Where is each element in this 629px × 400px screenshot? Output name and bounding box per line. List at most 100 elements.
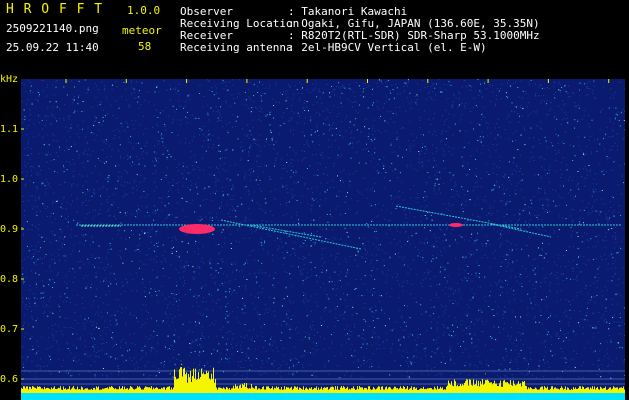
noise-dot bbox=[248, 237, 250, 239]
noise-dot bbox=[589, 299, 591, 301]
noise-dot bbox=[603, 174, 605, 176]
noise-dot bbox=[98, 257, 100, 259]
noise-dot bbox=[243, 264, 245, 266]
noise-dot bbox=[299, 246, 301, 248]
noise-dot bbox=[176, 285, 178, 287]
noise-dot bbox=[559, 377, 561, 379]
noise-dot bbox=[482, 330, 484, 332]
noise-dot bbox=[245, 285, 247, 286]
noise-dot bbox=[242, 297, 244, 299]
noise-dot bbox=[225, 291, 227, 293]
noise-dot bbox=[185, 142, 187, 144]
noise-dot bbox=[516, 321, 518, 323]
noise-dot bbox=[402, 156, 403, 158]
noise-dot bbox=[105, 143, 107, 145]
noise-dot bbox=[364, 126, 366, 128]
noise-dot bbox=[504, 173, 506, 175]
noise-dot bbox=[520, 107, 522, 108]
noise-dot bbox=[420, 304, 422, 306]
noise-dot bbox=[120, 222, 122, 224]
noise-dot bbox=[247, 124, 248, 126]
noise-dot bbox=[369, 308, 371, 310]
noise-dot bbox=[171, 247, 173, 249]
noise-dot bbox=[129, 357, 130, 359]
noise-dot bbox=[26, 103, 28, 105]
noise-dot bbox=[366, 223, 368, 225]
noise-dot bbox=[419, 162, 421, 164]
noise-dot bbox=[26, 127, 28, 129]
noise-dot bbox=[173, 334, 175, 336]
noise-dot bbox=[292, 374, 294, 376]
noise-dot bbox=[157, 140, 159, 141]
noise-dot bbox=[548, 317, 550, 318]
noise-dot bbox=[141, 82, 143, 84]
noise-dot bbox=[156, 186, 157, 188]
noise-dot bbox=[303, 300, 304, 302]
noise-dot bbox=[314, 131, 316, 133]
noise-dot bbox=[531, 265, 533, 267]
noise-dot bbox=[44, 295, 46, 297]
noise-dot bbox=[325, 271, 327, 273]
noise-dot bbox=[517, 220, 519, 222]
noise-dot bbox=[471, 233, 473, 235]
noise-dot bbox=[292, 363, 294, 365]
noise-dot bbox=[591, 225, 592, 227]
noise-dot bbox=[26, 171, 28, 173]
noise-dot bbox=[399, 196, 401, 198]
noise-dot bbox=[437, 178, 439, 180]
noise-dot bbox=[31, 165, 33, 167]
noise-dot bbox=[244, 307, 246, 309]
noise-dot bbox=[43, 144, 45, 146]
noise-dot bbox=[300, 244, 301, 246]
noise-dot bbox=[550, 350, 552, 352]
noise-dot bbox=[204, 337, 206, 339]
noise-dot bbox=[615, 260, 617, 262]
noise-dot bbox=[481, 320, 483, 322]
noise-dot bbox=[166, 89, 168, 91]
noise-dot bbox=[309, 92, 311, 93]
noise-dot bbox=[561, 100, 563, 101]
noise-dot bbox=[196, 297, 198, 299]
noise-dot bbox=[372, 331, 374, 333]
noise-dot bbox=[375, 309, 377, 311]
noise-dot bbox=[108, 175, 110, 177]
noise-dot bbox=[541, 248, 543, 250]
noise-dot bbox=[40, 292, 42, 294]
noise-dot bbox=[25, 221, 27, 223]
noise-dot bbox=[540, 282, 542, 284]
noise-dot bbox=[430, 214, 432, 216]
noise-dot bbox=[136, 189, 138, 191]
noise-dot bbox=[167, 150, 169, 152]
noise-dot bbox=[592, 363, 594, 365]
noise-dot bbox=[586, 82, 588, 84]
noise-dot bbox=[518, 212, 519, 214]
noise-dot bbox=[63, 301, 65, 303]
noise-dot bbox=[464, 194, 466, 196]
noise-dot bbox=[49, 101, 51, 103]
noise-dot bbox=[85, 217, 87, 219]
noise-dot bbox=[245, 312, 247, 314]
noise-dot bbox=[544, 339, 546, 341]
noise-dot bbox=[171, 253, 173, 254]
noise-dot bbox=[178, 256, 180, 258]
noise-dot bbox=[129, 182, 131, 184]
noise-dot bbox=[574, 331, 575, 333]
noise-dot bbox=[366, 188, 367, 190]
noise-dot bbox=[613, 215, 615, 217]
noise-dot bbox=[84, 340, 86, 342]
noise-dot bbox=[543, 298, 545, 300]
noise-dot bbox=[616, 252, 618, 254]
noise-dot bbox=[361, 256, 363, 258]
noise-dot bbox=[162, 110, 164, 112]
noise-dot bbox=[375, 343, 377, 345]
noise-dot bbox=[541, 128, 542, 130]
noise-dot bbox=[371, 154, 373, 156]
noise-dot bbox=[417, 255, 419, 257]
noise-dot bbox=[339, 134, 341, 136]
noise-dot bbox=[428, 119, 430, 121]
noise-dot bbox=[352, 306, 354, 308]
noise-dot bbox=[47, 107, 49, 109]
noise-dot bbox=[568, 325, 570, 327]
noise-dot bbox=[480, 141, 482, 143]
noise-dot bbox=[409, 188, 411, 190]
